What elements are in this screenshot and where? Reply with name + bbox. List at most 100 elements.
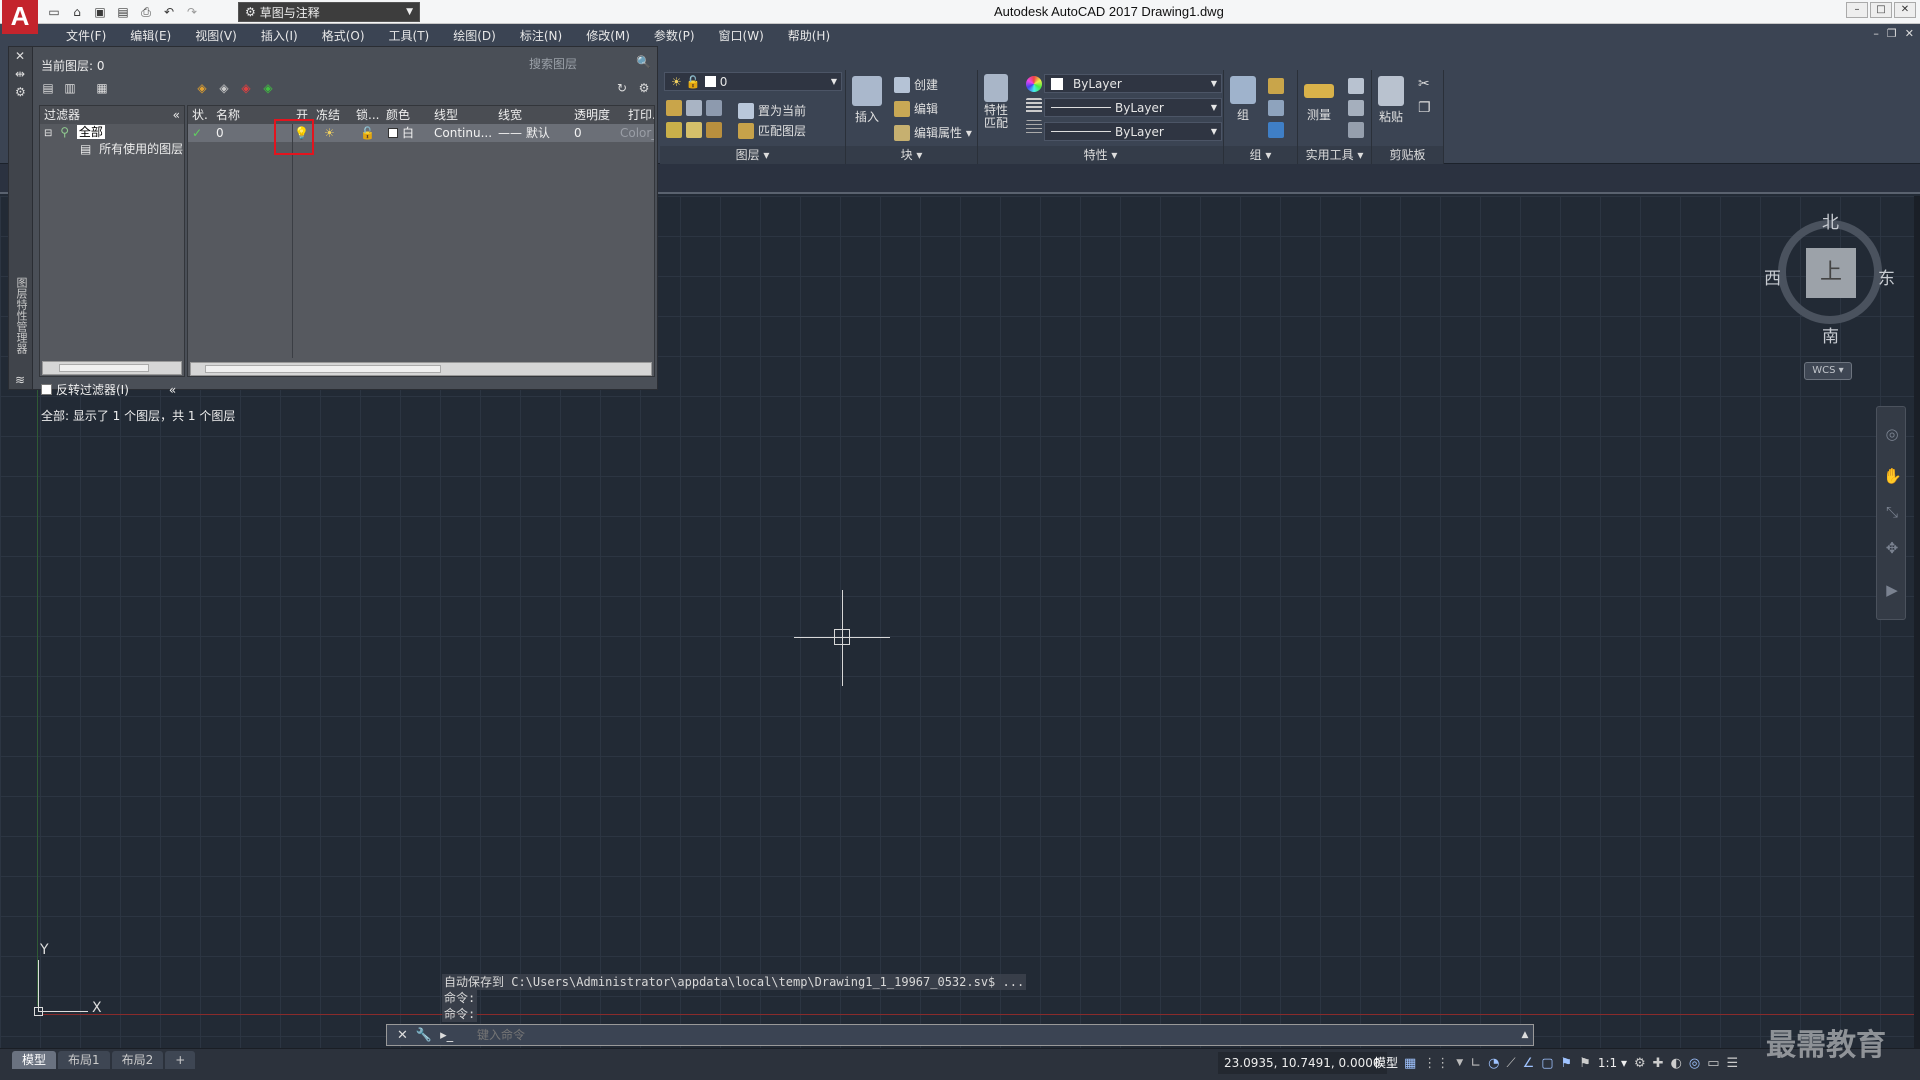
menu-parametric[interactable]: 参数(P) [642,27,707,44]
menu-file[interactable]: 文件(F) [54,27,118,44]
doc-restore-button[interactable]: ❐ [1887,27,1897,40]
tab-model[interactable]: 模型 [12,1051,57,1069]
steering-wheel-icon[interactable]: ◎ [1883,425,1901,443]
paste-button[interactable]: 粘贴 [1378,76,1404,125]
scrollbar-thumb[interactable] [59,364,149,372]
menu-dimension[interactable]: 标注(N) [508,27,574,44]
orbit-icon[interactable]: ✥ [1883,539,1901,557]
column-color[interactable]: 颜色 [386,106,426,124]
polar-icon[interactable]: ◔ [1488,1056,1499,1071]
menu-insert[interactable]: 插入(I) [249,27,310,44]
set-current-button[interactable]: 置为当前 [738,102,806,119]
new-file-icon[interactable]: ▭ [44,2,64,22]
calculator-icon[interactable] [1348,122,1364,138]
menu-tools[interactable]: 工具(T) [377,27,442,44]
layers-panel-title[interactable]: 图层 ▾ [660,146,845,164]
viewcube[interactable]: 上 北 南 东 西 [1764,212,1895,347]
layer-list-horizontal-scrollbar[interactable] [190,362,652,376]
compass-south[interactable]: 南 [1822,322,1839,347]
layer-iso-icon[interactable] [666,100,682,116]
showmotion-icon[interactable]: ▶ [1883,581,1901,599]
lineweight-icon[interactable] [1026,120,1042,136]
match-properties-button[interactable]: 特性 匹配 [984,74,1008,130]
minimize-button[interactable]: – [1846,2,1868,18]
open-file-icon[interactable]: ⌂ [67,2,87,22]
customization-menu-icon[interactable]: ☰ [1727,1056,1739,1071]
menu-help[interactable]: 帮助(H) [776,27,842,44]
print-icon[interactable]: ⎙ [136,2,156,22]
insert-block-button[interactable]: 插入 [852,76,882,125]
scrollbar-thumb[interactable] [205,365,441,373]
edit-attributes-button[interactable]: 编辑属性 ▾ [894,124,972,141]
delete-layer-icon[interactable]: ◈ [237,81,255,97]
column-plot-style[interactable]: 打印... [628,106,654,124]
layer-thaw-icon[interactable] [686,122,702,138]
plus-icon[interactable]: ✚ [1653,1056,1664,1071]
close-button[interactable]: ✕ [1894,2,1916,18]
close-icon[interactable]: ✕ [15,49,25,63]
menu-view[interactable]: 视图(V) [183,27,249,44]
tree-node-used-layers[interactable]: ▤ 所有使用的图层 [40,141,184,158]
id-point-icon[interactable] [1348,100,1364,116]
hardware-acceleration-icon[interactable]: ◎ [1689,1056,1700,1071]
tree-collapse-icon[interactable]: ⊟ [44,128,52,139]
copy-icon[interactable]: ❐ [1418,100,1431,116]
group-select-icon[interactable] [1268,122,1284,138]
coordinates-readout[interactable]: 23.0935, 10.7491, 0.0000 [1218,1052,1387,1074]
autohide-icon[interactable]: ⇹ [15,67,25,81]
compass-north[interactable]: 北 [1822,208,1839,233]
column-status[interactable]: 状. [192,106,214,124]
color-wheel-icon[interactable] [1026,76,1042,92]
column-linetype[interactable]: 线型 [434,106,490,124]
tree-node-all[interactable]: ⊟ ⚲ 全部 [40,124,184,141]
collapse-icon[interactable]: « [169,383,176,397]
layer-lock-icon[interactable] [706,122,722,138]
pan-icon[interactable]: ✋ [1883,467,1902,485]
doc-close-button[interactable]: ✕ [1905,27,1914,40]
linetype-dropdown[interactable]: ByLayer ▼ [1044,98,1222,117]
object-snap-icon[interactable]: ▢ [1541,1056,1553,1071]
chevron-down-icon[interactable]: ▼ [1456,1058,1463,1068]
add-layout-button[interactable]: + [165,1051,196,1069]
new-layer-icon[interactable]: ◈ [193,81,211,97]
properties-icon[interactable]: ⚙ [15,85,26,99]
menu-draw[interactable]: 绘图(D) [441,27,508,44]
menu-edit[interactable]: 编辑(E) [118,27,183,44]
undo-icon[interactable]: ↶ [159,2,179,22]
color-dropdown[interactable]: ByLayer ▼ [1044,74,1222,93]
layer-dropdown[interactable]: ☀ 🔓 0 ▼ [664,72,842,91]
properties-panel-title[interactable]: 特性 ▾ [978,146,1223,164]
chevron-up-icon[interactable]: ▲ [1517,1025,1533,1045]
zoom-icon[interactable]: ⤡ [1883,503,1901,521]
layer-name[interactable]: 0 [216,124,276,142]
checkbox-box[interactable] [41,384,52,395]
vertical-scrollbar[interactable] [1914,196,1920,1056]
search-icon[interactable]: 🔍 [636,55,651,69]
edit-block-button[interactable]: 编辑 [894,100,938,117]
group-edit-icon[interactable] [1268,100,1284,116]
viewcube-top-face[interactable]: 上 [1806,248,1856,298]
model-space-toggle[interactable]: 模型 [1374,1052,1398,1074]
new-layer-frozen-icon[interactable]: ◈ [215,81,233,97]
compass-east[interactable]: 东 [1878,264,1895,289]
new-group-filter-icon[interactable]: ▥ [61,81,79,97]
search-layer-input[interactable]: 搜索图层 🔍 [527,55,655,73]
workspace-gear-icon[interactable]: ⚙ [1634,1056,1646,1071]
settings-icon[interactable]: ⚙ [635,81,653,97]
layer-states-manager-icon[interactable]: ▦ [93,81,111,97]
create-block-button[interactable]: 创建 [894,76,938,93]
tab-layout1[interactable]: 布局1 [58,1051,110,1069]
annotation-scale-icon[interactable]: ⚑ [1579,1056,1591,1071]
grid-icon[interactable]: ▦ [1404,1056,1416,1071]
layer-transparency[interactable]: 0 [574,124,604,142]
clipboard-panel-title[interactable]: 剪贴板 [1372,146,1443,164]
invert-filter-checkbox[interactable]: 反转过滤器(I) « [41,381,176,398]
wrench-icon[interactable]: 🔧 [416,1028,432,1043]
lineweight-dropdown[interactable]: ByLayer ▼ [1044,122,1222,141]
layer-linetype[interactable]: Continu... [434,124,496,142]
annotation-scale[interactable]: 1:1 ▾ [1598,1056,1627,1070]
unlock-icon[interactable]: 🔓 [360,124,376,142]
table-row[interactable]: ✓ 0 💡 ☀ 🔓 白 Continu... —— 默认 0 Color_7 [188,124,654,142]
block-panel-title[interactable]: 块 ▾ [846,146,977,164]
utilities-panel-title[interactable]: 实用工具 ▾ [1298,146,1371,164]
